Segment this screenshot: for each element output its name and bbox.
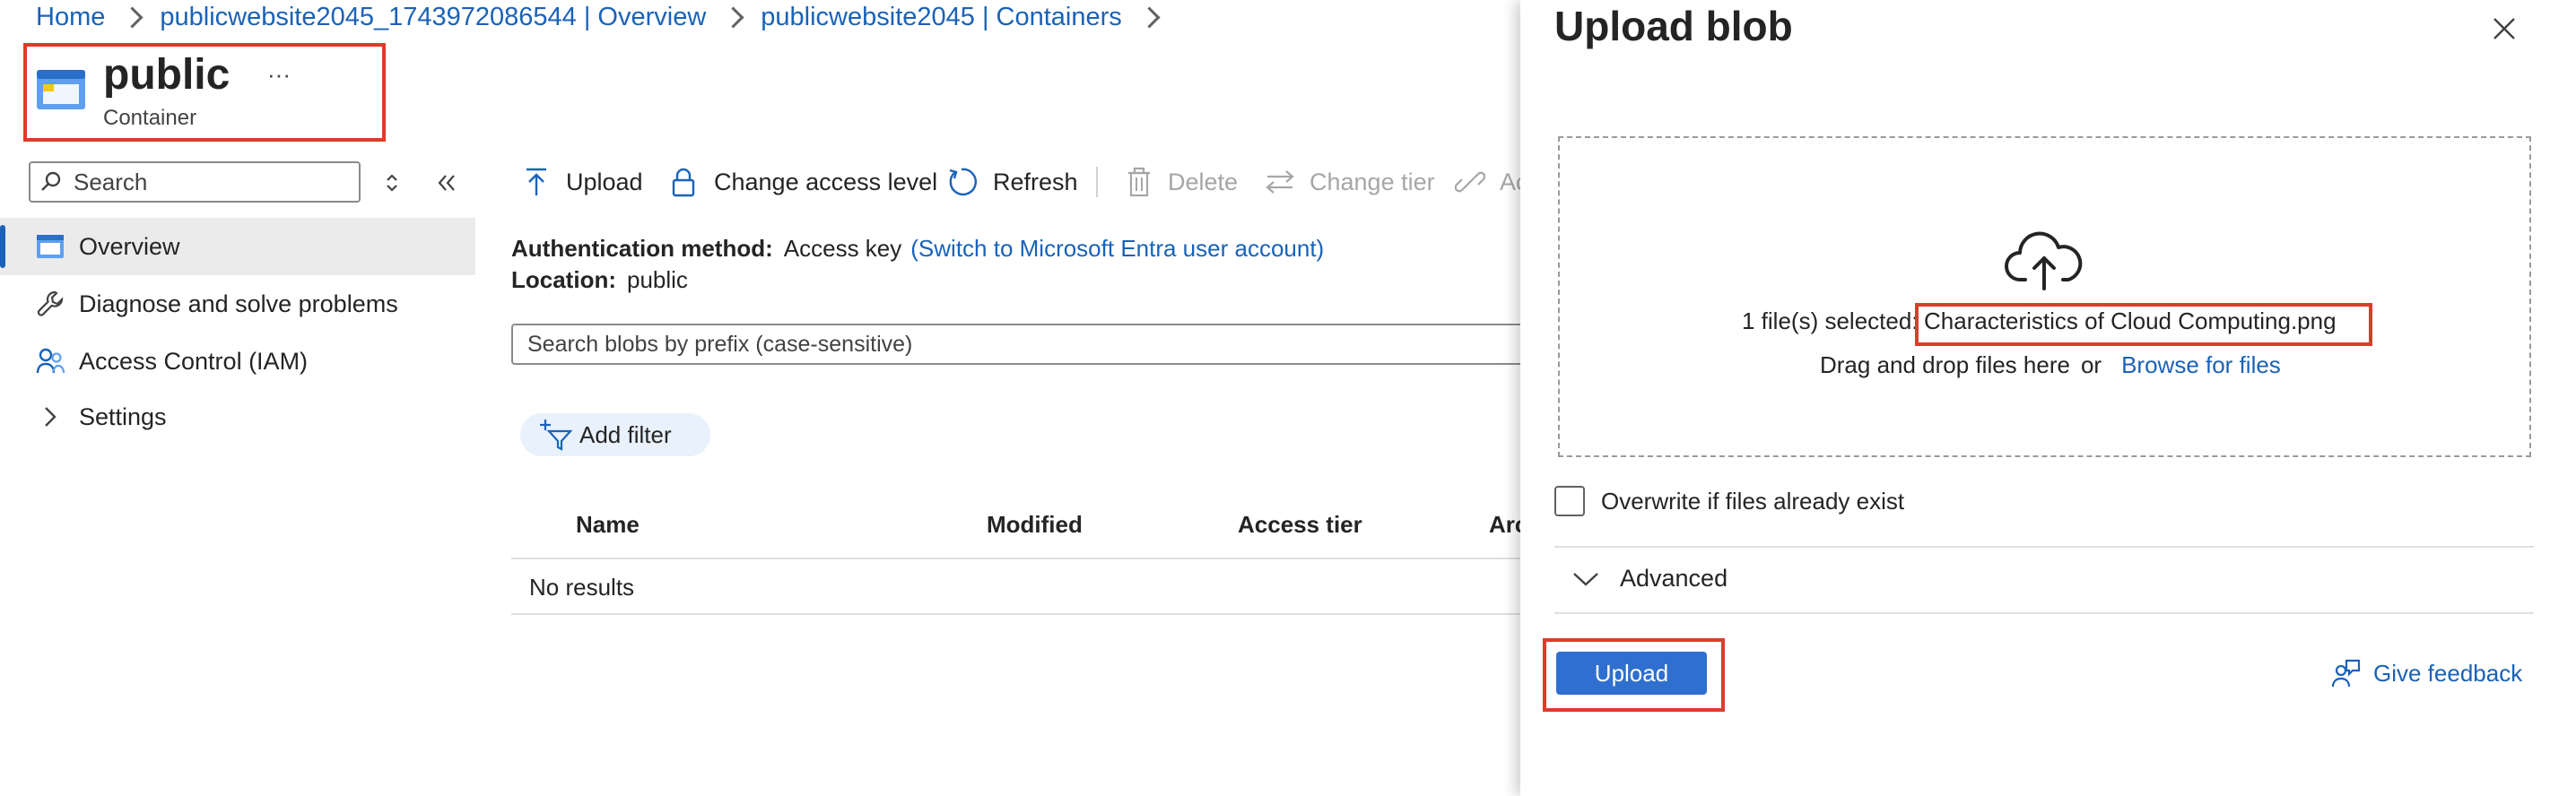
cloud-upload-icon: [2004, 228, 2084, 290]
title-highlight: [23, 43, 386, 142]
chevron-right-icon: [121, 5, 144, 29]
files-selected-label: 1 file(s) selected:: [1742, 307, 1919, 334]
container-icon: [37, 235, 64, 258]
collapse-menu-icon[interactable]: [436, 172, 457, 194]
add-filter-label: Add filter: [579, 420, 672, 448]
auth-method-label: Authentication method:: [511, 235, 773, 262]
sort-updown-icon[interactable]: [384, 172, 400, 194]
refresh-label: Refresh: [993, 168, 1078, 195]
table-empty-row: No results: [511, 559, 1520, 615]
divider: [1554, 546, 2534, 548]
upload-arrow-icon: [527, 168, 546, 195]
lock-icon: [672, 168, 695, 197]
drag-drop-text: Drag and drop files here: [1820, 351, 2070, 378]
or-text: or: [2080, 351, 2102, 378]
chevron-right-icon: [1138, 5, 1161, 29]
location-label: Location:: [511, 266, 616, 293]
feedback-person-icon: [2331, 659, 2361, 688]
auth-method-row: Authentication method: Access key (Switc…: [511, 235, 1324, 263]
sidebar-item-label: Diagnose and solve problems: [79, 290, 398, 317]
filter-add-icon: [540, 420, 572, 451]
refresh-button[interactable]: Refresh: [946, 161, 1078, 203]
file-drop-zone[interactable]: [1558, 136, 2531, 457]
give-feedback-label: Give feedback: [2373, 659, 2523, 687]
give-feedback-link[interactable]: Give feedback: [2330, 658, 2522, 688]
breadcrumb-containers[interactable]: publicwebsite2045 | Containers: [761, 3, 1122, 32]
divider: [1554, 612, 2534, 614]
upload-toolbar-button[interactable]: Upload: [525, 161, 643, 203]
breadcrumb: Home publicwebsite2045_1743972086544 | O…: [36, 0, 1177, 34]
acquire-lease-button[interactable]: Ac: [1455, 161, 1528, 203]
selected-file-highlight: [1915, 303, 2372, 346]
sidebar-item-settings[interactable]: Settings: [0, 388, 475, 446]
sidebar-search-placeholder: Search: [74, 168, 148, 195]
sidebar-item-label: Access Control (IAM): [79, 347, 309, 375]
upload-button-highlight: [1543, 638, 1725, 712]
overwrite-checkbox-row[interactable]: Overwrite if files already exist: [1554, 486, 1904, 516]
sidebar-item-diagnose[interactable]: Diagnose and solve problems: [0, 275, 475, 333]
location-value: public: [627, 266, 688, 293]
breadcrumb-storage-account[interactable]: publicwebsite2045_1743972086544 | Overvi…: [160, 3, 706, 32]
delete-label: Delete: [1168, 168, 1239, 195]
location-row: Location: public: [511, 266, 688, 294]
column-header-name[interactable]: Name: [576, 511, 640, 539]
upload-toolbar-label: Upload: [566, 168, 643, 195]
breadcrumb-home[interactable]: Home: [36, 3, 105, 32]
auth-method-value: Access key: [783, 235, 902, 262]
chevron-down-icon: [1573, 572, 1598, 586]
sidebar-item-label: Overview: [79, 232, 180, 260]
sidebar-item-access-control[interactable]: Access Control (IAM): [0, 333, 475, 390]
column-header-modified[interactable]: Modified: [987, 511, 1083, 539]
close-icon[interactable]: [2492, 16, 2517, 41]
refresh-icon: [949, 168, 977, 196]
search-icon: [41, 171, 61, 191]
change-tier-label: Change tier: [1310, 168, 1435, 195]
change-tier-button[interactable]: Change tier: [1265, 161, 1435, 203]
drag-drop-row: Drag and drop files here or Browse for f…: [1820, 351, 2281, 379]
panel-title: Upload blob: [1554, 3, 1793, 49]
sidebar-search-input[interactable]: Search: [29, 161, 361, 203]
people-icon: [36, 348, 65, 374]
browse-for-files-link[interactable]: Browse for files: [2121, 351, 2281, 379]
sidebar-item-label: Settings: [79, 402, 167, 430]
sidebar-item-overview[interactable]: Overview: [0, 218, 475, 275]
blob-search-placeholder: Search blobs by prefix (case-sensitive): [527, 331, 913, 357]
swap-arrows-icon: [1266, 170, 1294, 194]
column-header-access-tier[interactable]: Access tier: [1238, 511, 1362, 539]
advanced-expander[interactable]: Advanced: [1571, 565, 1727, 593]
overwrite-label: Overwrite if files already exist: [1601, 487, 1905, 515]
trash-icon: [1128, 167, 1150, 197]
change-access-level-label: Change access level: [714, 168, 938, 195]
change-access-level-button[interactable]: Change access level: [671, 161, 937, 203]
blob-search-input[interactable]: Search blobs by prefix (case-sensitive): [511, 324, 1520, 365]
toolbar-divider: [1096, 167, 1098, 197]
switch-auth-link[interactable]: (Switch to Microsoft Entra user account): [910, 235, 1324, 263]
wrench-icon: [37, 290, 64, 316]
chevron-right-icon: [45, 407, 57, 427]
add-filter-button[interactable]: Add filter: [520, 413, 710, 456]
advanced-label: Advanced: [1620, 565, 1728, 592]
overwrite-checkbox[interactable]: [1554, 486, 1585, 516]
link-icon: [1455, 171, 1485, 193]
blob-table-header: Name Modified Access tier Arc: [511, 504, 1527, 559]
chevron-right-icon: [722, 5, 744, 29]
delete-button[interactable]: Delete: [1127, 161, 1238, 203]
no-results-text: No results: [529, 574, 635, 601]
